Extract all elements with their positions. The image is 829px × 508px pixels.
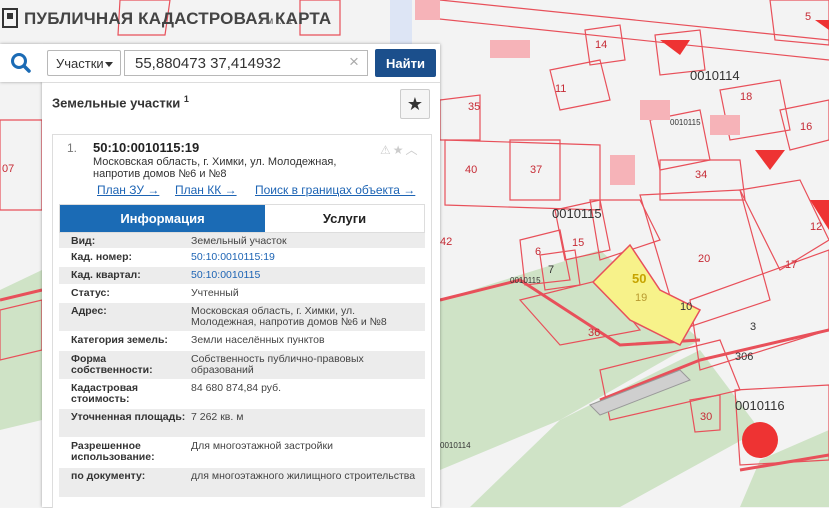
parcel-label: 34 [695,169,707,181]
card-actions: ⚠★︿ [380,141,420,158]
info-row: по документу: для многоэтажного жилищного… [59,468,425,498]
parcel-label: 20 [698,253,710,265]
result-address: Московская область, г. Химки, ул. Молоде… [93,156,337,180]
parcel-label: 50 [632,271,646,286]
find-button[interactable]: Найти [375,49,436,77]
info-key: по документу: [71,470,146,482]
results-title-text: Земельные участки [52,95,181,111]
info-key: Разрешенное использование: [71,440,155,463]
info-key: Статус: [71,287,110,299]
parcel-label: 14 [595,39,607,51]
parcel-label: 3 [750,321,756,333]
parcel-label: 6 [535,246,541,258]
tab-info[interactable]: Информация [60,205,265,232]
block-label: 0010115 [552,206,602,221]
parcel-label: 19 [635,292,647,304]
result-cad-number[interactable]: 50:10:0010115:19 [93,140,199,155]
parcel-label: 07 [2,163,14,175]
warning-icon[interactable]: ⚠ [380,143,393,157]
info-value: для многоэтажного жилищного строительств… [191,470,416,482]
info-row: Форма собственности: Собственность публич… [59,351,425,380]
parcel-label: 17 [785,259,797,271]
parcel-label: 37 [530,164,542,176]
chevron-down-icon [105,62,113,67]
info-row: Кад. номер: 50:10:0010115:19 [59,249,425,267]
clear-icon[interactable]: × [349,53,359,71]
info-row: Кад. квартал: 50:10:0010115 [59,267,425,285]
parcel-label: 42 [440,236,452,248]
result-number: 1. [67,141,78,155]
info-value: Земельный участок [191,235,287,247]
info-value: 84 680 874,84 руб. [191,382,282,394]
results-title: Земельные участки 1 [52,94,189,110]
search-panel: Участки × Найти Земельные участки 1 ★ 1.… [0,44,440,508]
result-card: 1. 50:10:0010115:19 Московская область, … [52,134,432,508]
star-icon: ★ [406,94,424,114]
parcel-label: 36 [588,327,600,339]
parcel-label: 5 [805,11,811,23]
parcel-label: 40 [465,164,477,176]
parcel-label: 7 [548,264,554,276]
results-count: 1 [183,94,189,104]
parcel-label: 306 [735,351,753,363]
parcel-label: 18 [740,91,752,103]
info-key: Форма собственности: [71,353,153,376]
parcel-label: 12 [810,221,822,233]
tab-services[interactable]: Услуги [265,205,424,232]
info-value: Московская область, г. Химки, ул. Молоде… [191,305,387,328]
plan-zu-link[interactable]: План ЗУ → [97,183,159,197]
logo-icon [2,8,18,28]
parcel-label: 10 [680,301,692,313]
parcel-label: 11 [555,83,566,95]
app-header: ПУБЛИЧНАЯ КАДАСТРОВАЯ КАРТА 1 м ... 1 [0,0,440,38]
info-row: Адрес: Московская область, г. Химки, ул. … [59,303,425,332]
info-value: Учтенный [191,287,239,299]
cad-number-link[interactable]: 50:10:0010115:19 [191,252,419,263]
parcel-label: 30 [700,411,712,423]
info-row: Статус: Учтенный [59,285,425,303]
object-type-value: Участки [56,56,104,71]
parcel-label: 35 [468,101,480,113]
info-key: Категория земель: [71,334,168,346]
block-label: 0010114 [440,441,471,450]
parcel-label: 16 [800,121,812,133]
parcel-label: 15 [572,237,584,249]
card-tabs: Информация Услуги [59,204,425,233]
info-value: Для многоэтажной застройки [191,440,333,452]
info-key: Уточненная площадь: [71,411,186,423]
info-row: Вид: Земельный участок [59,233,425,249]
info-table: Вид: Земельный участок Кад. номер: 50:10:0… [59,233,425,498]
block-label: 0010116 [735,398,785,413]
favorites-button[interactable]: ★ [400,89,430,119]
block-label: 0010115 [670,118,701,127]
block-label: 0010114 [690,68,740,83]
plan-kk-link[interactable]: План КК → [175,183,237,197]
info-row: Кадастровая стоимость: 84 680 874,84 руб. [59,380,425,409]
info-value: Земли населённых пунктов [191,334,325,346]
search-toggle-button[interactable] [0,44,42,82]
object-type-select[interactable]: Участки [47,50,121,76]
info-row: Уточненная площадь: 7 262 кв. м [59,409,425,438]
info-key: Кад. квартал: [71,269,141,281]
info-key: Кад. номер: [71,251,133,263]
cad-quarter-link[interactable]: 50:10:0010115 [191,270,419,281]
search-icon [11,53,31,73]
star-outline-icon[interactable]: ★ [393,143,406,157]
scale-label: 1 м ... 1 [258,16,293,27]
block-label: 0010115 [510,276,541,285]
info-value: Собственность публично-правовых образова… [191,353,364,376]
info-key: Адрес: [71,305,107,317]
info-key: Вид: [71,235,96,247]
search-in-bounds-link[interactable]: Поиск в границах объекта → [255,183,415,197]
info-row: Разрешенное использование: Для многоэтажн… [59,438,425,468]
info-row: Категория земель: Земли населённых пункто… [59,332,425,351]
collapse-icon[interactable]: ︿ [406,143,420,157]
search-bar: Участки × Найти [42,44,440,83]
info-key: Кадастровая стоимость: [71,382,138,405]
info-value: 7 262 кв. м [191,411,244,423]
search-input[interactable] [124,50,368,76]
